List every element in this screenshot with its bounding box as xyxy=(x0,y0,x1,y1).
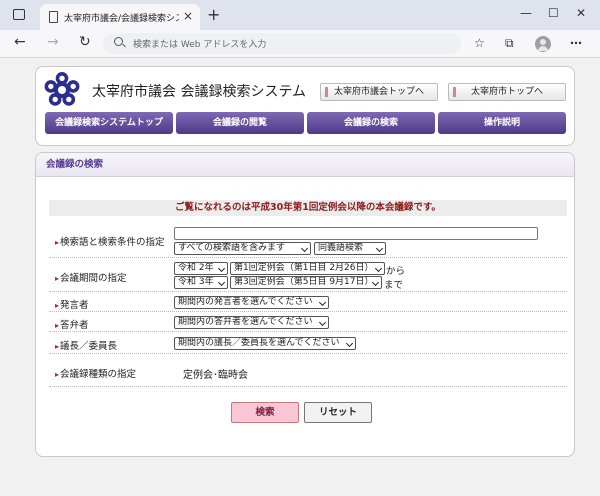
chair-select[interactable]: 期間内の議長／委員長を選んでください xyxy=(174,337,356,350)
type-row: 会議録種類の指定 定例会･臨時会 xyxy=(49,355,567,387)
menu-help[interactable]: 操作説明 xyxy=(438,112,566,134)
to-year-select[interactable]: 令和 3年 xyxy=(174,276,228,289)
meeting-type-text: 定例会･臨時会 xyxy=(183,370,248,381)
availability-notice: ご覧になれるのは平成30年第1回定例会以降の本会議録です。 xyxy=(49,200,567,216)
search-section: 会議録の検索 ご覧になれるのは平成30年第1回定例会以降の本会議録です。 検索語… xyxy=(35,152,575,457)
city-top-link[interactable]: 太宰府市トップへ xyxy=(448,83,566,101)
city-logo-icon xyxy=(44,72,80,106)
address-placeholder: 検索または Web アドレスを入力 xyxy=(133,40,267,50)
address-bar-row: ← → ↻ 検索または Web アドレスを入力 ☆ ⧉ ⋯ xyxy=(0,30,600,58)
speaker-label: 発言者 xyxy=(55,297,89,311)
maximize-icon[interactable]: ☐ xyxy=(548,6,559,20)
forward-icon[interactable]: → xyxy=(47,34,59,50)
answerer-label: 答弁者 xyxy=(55,317,89,331)
back-icon[interactable]: ← xyxy=(14,34,26,50)
keyword-row: 検索語と検索条件の指定 すべての検索語を含みます 同義語検索 xyxy=(49,223,567,258)
answerer-select[interactable]: 期間内の答弁者を選んでください xyxy=(174,316,329,329)
to-suffix: まで xyxy=(384,280,404,291)
to-session-select[interactable]: 第3回定例会（第5日目 9月17日） xyxy=(230,276,382,289)
browser-tab[interactable]: 太宰府市議会/会議録検索システム × xyxy=(40,4,200,30)
keyword-label: 検索語と検索条件の指定 xyxy=(55,234,165,248)
collections-icon[interactable]: ⧉ xyxy=(505,36,514,51)
reset-button[interactable]: リセット xyxy=(304,402,372,423)
menu-browse[interactable]: 会議録の閲覧 xyxy=(176,112,304,134)
type-label: 会議録種類の指定 xyxy=(55,366,136,380)
chair-label: 議長／委員長 xyxy=(55,338,117,352)
close-tab-icon[interactable]: × xyxy=(183,9,193,23)
page-viewport: 太宰府市議会 会議録検索システム 太宰府市議会トップへ 太宰府市トップへ 会議録… xyxy=(0,58,600,496)
profile-icon[interactable] xyxy=(535,36,551,52)
section-title: 会議録の検索 xyxy=(36,153,574,177)
address-input[interactable]: 検索または Web アドレスを入力 xyxy=(103,33,461,54)
answerer-row: 答弁者 期間内の答弁者を選んでください xyxy=(49,313,567,332)
tab-title: 太宰府市議会/会議録検索システム xyxy=(64,14,179,24)
new-tab-icon[interactable]: + xyxy=(207,5,220,24)
menu-system-top[interactable]: 会議録検索システムトップ xyxy=(45,112,173,134)
from-suffix: から xyxy=(386,266,406,277)
link-label: 太宰府市トップへ xyxy=(470,87,543,97)
page-icon xyxy=(49,11,58,23)
more-icon[interactable]: ⋯ xyxy=(570,36,582,50)
keyword-input[interactable] xyxy=(174,227,538,240)
menu-search[interactable]: 会議録の検索 xyxy=(307,112,435,134)
search-icon xyxy=(114,37,123,46)
from-session-select[interactable]: 第1回定例会（第1日目 2月26日） xyxy=(230,262,385,275)
favorites-icon[interactable]: ☆ xyxy=(474,36,485,50)
minimize-icon[interactable]: — xyxy=(520,6,532,20)
link-label: 太宰府市議会トップへ xyxy=(333,87,424,97)
synonym-select[interactable]: 同義語検索 xyxy=(314,242,386,255)
link-marker-icon xyxy=(325,87,328,97)
speaker-select[interactable]: 期間内の発言者を選んでください xyxy=(174,296,329,309)
site-header: 太宰府市議会 会議録検索システム 太宰府市議会トップへ 太宰府市トップへ 会議録… xyxy=(35,66,575,146)
period-row: 会議期間の指定 令和 2年 第1回定例会（第1日目 2月26日） から 令和 3… xyxy=(49,259,567,292)
link-marker-icon xyxy=(453,87,456,97)
browser-tab-bar: 太宰府市議会/会議録検索システム × + — ☐ ✕ xyxy=(0,0,600,30)
speaker-row: 発言者 期間内の発言者を選んでください xyxy=(49,293,567,312)
chair-row: 議長／委員長 期間内の議長／委員長を選んでください xyxy=(49,333,567,354)
period-label: 会議期間の指定 xyxy=(55,270,127,284)
site-title: 太宰府市議会 会議録検索システム xyxy=(92,84,307,100)
window-menu-icon[interactable] xyxy=(13,9,25,20)
condition-select[interactable]: すべての検索語を含みます xyxy=(174,242,311,255)
refresh-icon[interactable]: ↻ xyxy=(79,34,91,50)
search-button[interactable]: 検索 xyxy=(231,402,299,423)
close-window-icon[interactable]: ✕ xyxy=(576,6,586,20)
from-year-select[interactable]: 令和 2年 xyxy=(174,262,228,275)
city-council-top-link[interactable]: 太宰府市議会トップへ xyxy=(320,83,438,101)
